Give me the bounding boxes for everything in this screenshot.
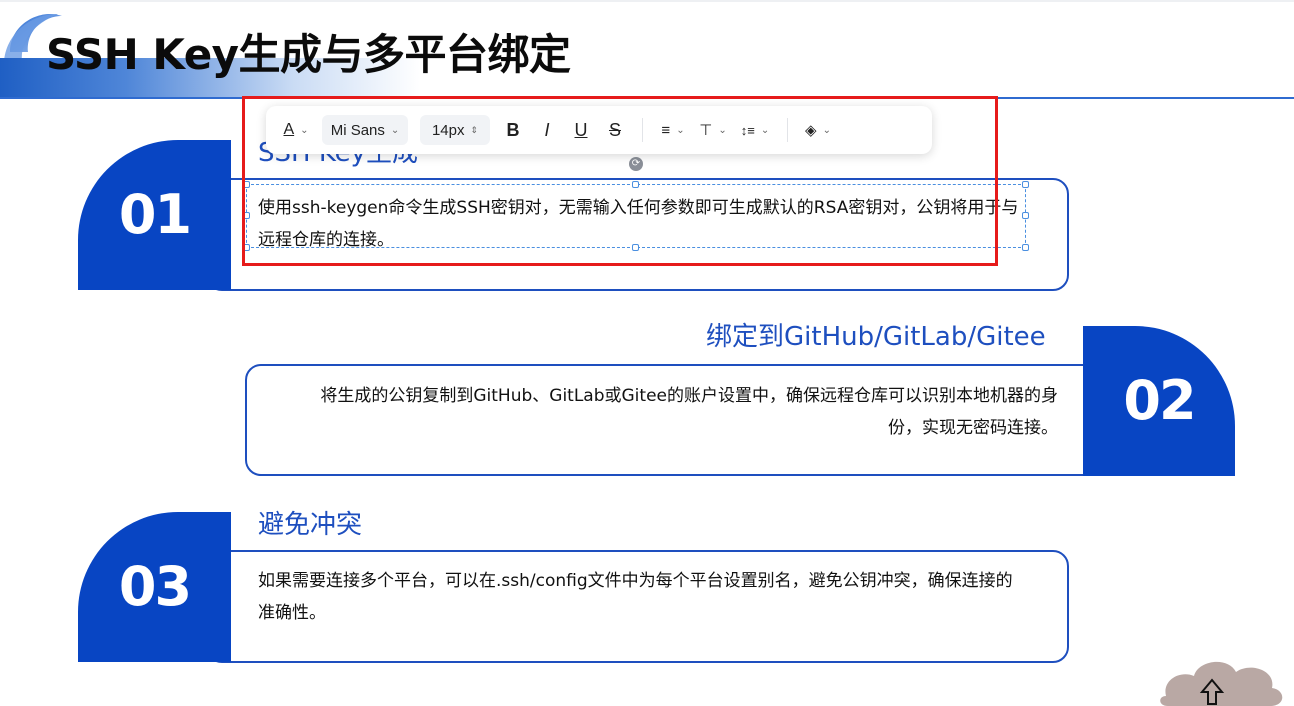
rotate-handle-icon[interactable]: ⟳ [629,157,643,171]
body-03[interactable]: 如果需要连接多个平台，可以在.ssh/config文件中为每个平台设置别名，避免… [258,565,1028,629]
layer-button[interactable]: ◈ ⌄ [798,115,838,145]
bold-icon: B [506,119,520,140]
layer-icon: ◈ [805,122,817,139]
chevron-down-icon: ⌄ [760,124,770,136]
chevron-down-icon: ⌄ [718,124,727,136]
item-number-01: 01 [118,183,192,246]
resize-handle-bc[interactable] [632,244,639,251]
leaf-03: 03 [78,512,231,662]
resize-handle-tl[interactable] [243,181,250,188]
font-color-icon: A [283,121,295,138]
text-format-toolbar: A ⌄ Mi Sans ⌄ 14px ⇕ B I U S ≡ ⌄ ⊤ ⌄ ↕≡ … [266,106,932,154]
italic-button[interactable]: I [530,115,564,145]
top-border [0,0,1294,2]
heading-02[interactable]: 绑定到GitHub/GitLab/Gitee [706,320,1046,354]
align-icon: ≡ [661,121,671,139]
font-size-value: 14px [431,121,465,139]
page-title: SSH Key生成与多平台绑定 [46,30,571,79]
font-family-value: Mi Sans [330,121,385,139]
toolbar-divider [787,118,788,142]
chevron-down-icon: ⌄ [676,124,685,136]
chevron-down-icon: ⌄ [390,124,400,136]
cloud-icon [1160,661,1283,706]
body-02[interactable]: 将生成的公钥复制到GitHub、GitLab或Gitee的账户设置中，确保远程仓… [298,380,1058,444]
resize-handle-br[interactable] [1022,244,1029,251]
strikethrough-icon: S [608,119,621,140]
stepper-arrows-icon: ⇕ [470,124,479,135]
leaf-01: 01 [78,140,231,290]
resize-handle-tr[interactable] [1022,181,1029,188]
font-size-stepper[interactable]: 14px ⇕ [420,115,490,145]
vertical-align-icon: ⊤ [699,122,713,139]
vertical-align-button[interactable]: ⊤ ⌄ [693,115,733,145]
underline-button[interactable]: U [564,115,598,145]
item-number-03: 03 [118,555,192,618]
body-01[interactable]: 使用ssh-keygen命令生成SSH密钥对，无需输入任何参数即可生成默认的RS… [258,192,1026,256]
font-color-button[interactable]: A ⌄ [276,115,316,145]
chevron-down-icon: ⌄ [300,124,309,136]
toolbar-divider [642,118,643,142]
bold-button[interactable]: B [496,115,530,145]
title-rule [0,97,1294,99]
resize-handle-mr[interactable] [1022,212,1029,219]
item-number-02: 02 [1123,369,1196,432]
strikethrough-button[interactable]: S [598,115,632,145]
underline-icon: U [574,119,588,140]
font-family-select[interactable]: Mi Sans ⌄ [322,115,408,145]
line-spacing-button[interactable]: ↕≡ ⌄ [733,115,777,145]
resize-handle-ml[interactable] [243,212,250,219]
heading-03[interactable]: 避免冲突 [258,508,362,542]
leaf-02: 02 [1083,326,1235,476]
resize-handle-tc[interactable] [632,181,639,188]
align-button[interactable]: ≡ ⌄ [653,115,693,145]
chevron-down-icon: ⌄ [822,124,831,136]
italic-icon: I [544,119,550,140]
line-spacing-icon: ↕≡ [740,122,755,138]
resize-handle-bl[interactable] [243,244,250,251]
